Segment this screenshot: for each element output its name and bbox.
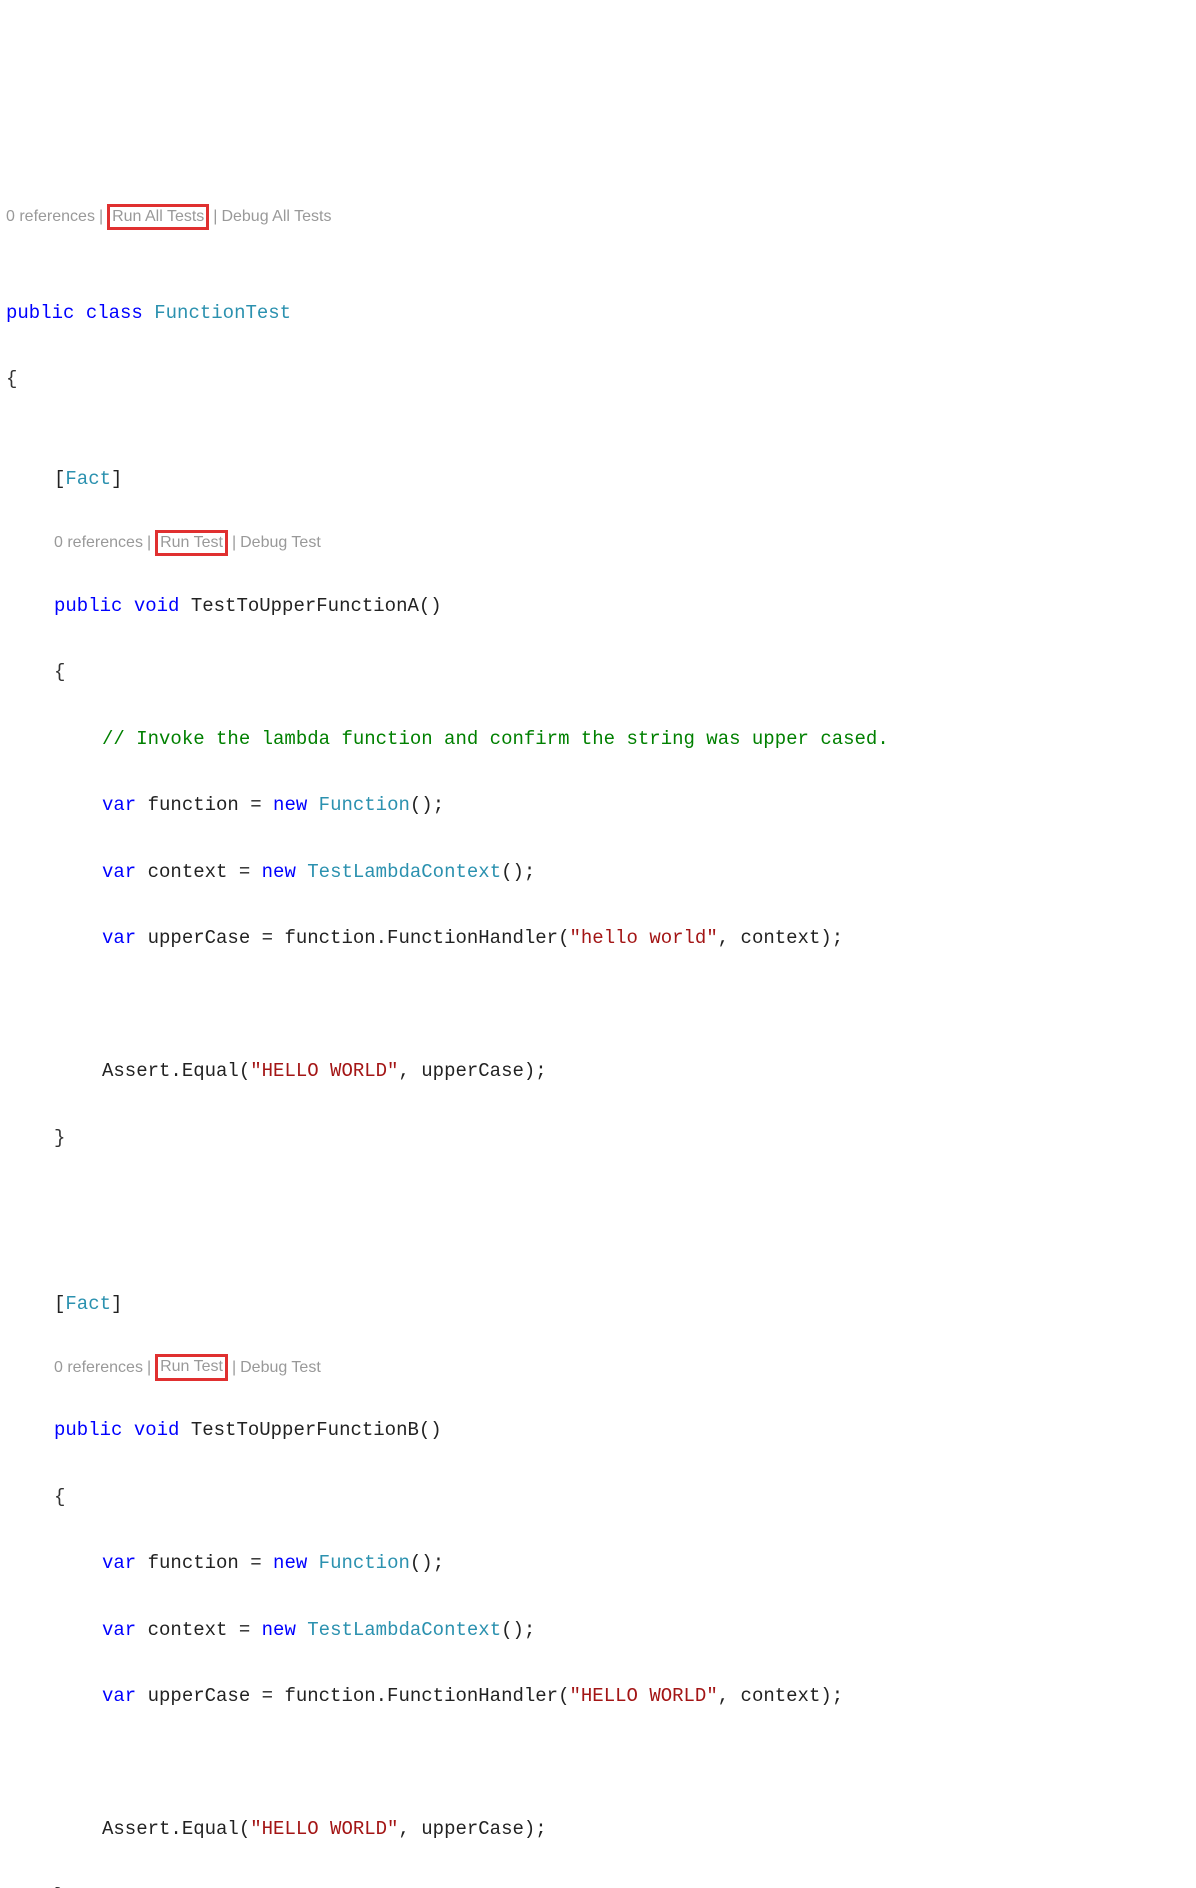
code-text: upperCase = function.FunctionHandler( xyxy=(136,1685,569,1707)
class-name: FunctionTest xyxy=(154,302,291,324)
run-test-a-link[interactable]: Run Test xyxy=(160,534,223,551)
keyword-var: var xyxy=(102,1619,136,1641)
attr-fact: Fact xyxy=(65,468,111,490)
code-line: var function = new Function(); xyxy=(6,1547,1190,1580)
codelens-separator: | xyxy=(232,531,236,555)
keyword-void: void xyxy=(134,595,180,617)
brace-close: } xyxy=(6,1880,1190,1888)
code-line: Assert.Equal("HELLO WORLD", upperCase); xyxy=(6,1055,1190,1088)
code-text: , upperCase); xyxy=(398,1060,546,1082)
code-line: var upperCase = function.FunctionHandler… xyxy=(6,922,1190,955)
string-literal: "HELLO WORLD" xyxy=(250,1818,398,1840)
keyword-var: var xyxy=(102,927,136,949)
keyword-public: public xyxy=(6,302,74,324)
code-line: var upperCase = function.FunctionHandler… xyxy=(6,1680,1190,1713)
string-literal: "HELLO WORLD" xyxy=(250,1060,398,1082)
type-name: Function xyxy=(307,1552,410,1574)
code-text: , upperCase); xyxy=(398,1818,546,1840)
code-text: Assert.Equal( xyxy=(102,1818,250,1840)
method-b-signature: public void TestToUpperFunctionB() xyxy=(6,1414,1190,1447)
keyword-class: class xyxy=(86,302,143,324)
class-declaration: public class FunctionTest xyxy=(6,297,1190,330)
attr-fact: Fact xyxy=(65,1293,111,1315)
brace-open: { xyxy=(6,656,1190,689)
type-name: Function xyxy=(307,794,410,816)
brace-open: { xyxy=(6,1481,1190,1514)
code-text: (); xyxy=(501,861,535,883)
code-text: function = xyxy=(136,1552,273,1574)
code-text: function = xyxy=(136,794,273,816)
highlight-run-test-a: Run Test xyxy=(155,530,228,557)
class-references-link[interactable]: 0 references xyxy=(6,205,95,229)
keyword-var: var xyxy=(102,1552,136,1574)
code-text: context = xyxy=(136,1619,261,1641)
code-line: Assert.Equal("HELLO WORLD", upperCase); xyxy=(6,1813,1190,1846)
code-line: var function = new Function(); xyxy=(6,789,1190,822)
keyword-var: var xyxy=(102,794,136,816)
code-text: (); xyxy=(410,794,444,816)
type-name: TestLambdaContext xyxy=(296,1619,501,1641)
brace-close: } xyxy=(6,1122,1190,1155)
brace-open: { xyxy=(6,363,1190,396)
blank-line xyxy=(6,989,1190,1022)
method-a-codelens: 0 references | Run Test | Debug Test xyxy=(6,530,1190,557)
method-a-name: TestToUpperFunctionA xyxy=(191,595,419,617)
code-text: , context); xyxy=(718,927,843,949)
comment-line: // Invoke the lambda function and confir… xyxy=(6,723,1190,756)
parens: () xyxy=(419,595,442,617)
blank-line xyxy=(6,1747,1190,1780)
code-text: (); xyxy=(501,1619,535,1641)
method-b-references-link[interactable]: 0 references xyxy=(54,1356,143,1380)
code-text: (); xyxy=(410,1552,444,1574)
code-text: Assert.Equal( xyxy=(102,1060,250,1082)
code-line: var context = new TestLambdaContext(); xyxy=(6,856,1190,889)
keyword-new: new xyxy=(273,794,307,816)
keyword-var: var xyxy=(102,1685,136,1707)
codelens-separator: | xyxy=(99,205,103,229)
code-text: upperCase = function.FunctionHandler( xyxy=(136,927,569,949)
keyword-new: new xyxy=(262,1619,296,1641)
code-line: var context = new TestLambdaContext(); xyxy=(6,1614,1190,1647)
codelens-separator: | xyxy=(147,1356,151,1380)
keyword-public: public xyxy=(54,595,122,617)
fact-attribute-b: [Fact] xyxy=(6,1288,1190,1321)
codelens-separator: | xyxy=(147,531,151,555)
highlight-run-all: Run All Tests xyxy=(107,204,209,231)
method-b-name: TestToUpperFunctionB xyxy=(191,1419,419,1441)
class-codelens: 0 references | Run All Tests | Debug All… xyxy=(6,204,1190,231)
run-test-b-link[interactable]: Run Test xyxy=(160,1358,223,1375)
debug-test-b-link[interactable]: Debug Test xyxy=(240,1356,321,1380)
keyword-public: public xyxy=(54,1419,122,1441)
debug-test-a-link[interactable]: Debug Test xyxy=(240,531,321,555)
method-b-codelens: 0 references | Run Test | Debug Test xyxy=(6,1354,1190,1381)
codelens-separator: | xyxy=(232,1356,236,1380)
keyword-new: new xyxy=(262,861,296,883)
string-literal: "hello world" xyxy=(570,927,718,949)
code-text: context = xyxy=(136,861,261,883)
type-name: TestLambdaContext xyxy=(296,861,501,883)
highlight-run-test-b: Run Test xyxy=(155,1354,228,1381)
keyword-void: void xyxy=(134,1419,180,1441)
method-a-signature: public void TestToUpperFunctionA() xyxy=(6,590,1190,623)
keyword-var: var xyxy=(102,861,136,883)
parens: () xyxy=(419,1419,442,1441)
codelens-separator: | xyxy=(213,205,217,229)
method-a-references-link[interactable]: 0 references xyxy=(54,531,143,555)
keyword-new: new xyxy=(273,1552,307,1574)
string-literal: "HELLO WORLD" xyxy=(570,1685,718,1707)
code-editor: 0 references | Run All Tests | Debug All… xyxy=(6,137,1190,1888)
blank-line xyxy=(6,1188,1190,1221)
code-text: , context); xyxy=(718,1685,843,1707)
run-all-tests-link[interactable]: Run All Tests xyxy=(112,208,204,225)
debug-all-tests-link[interactable]: Debug All Tests xyxy=(221,205,331,229)
fact-attribute-a: [Fact] xyxy=(6,463,1190,496)
